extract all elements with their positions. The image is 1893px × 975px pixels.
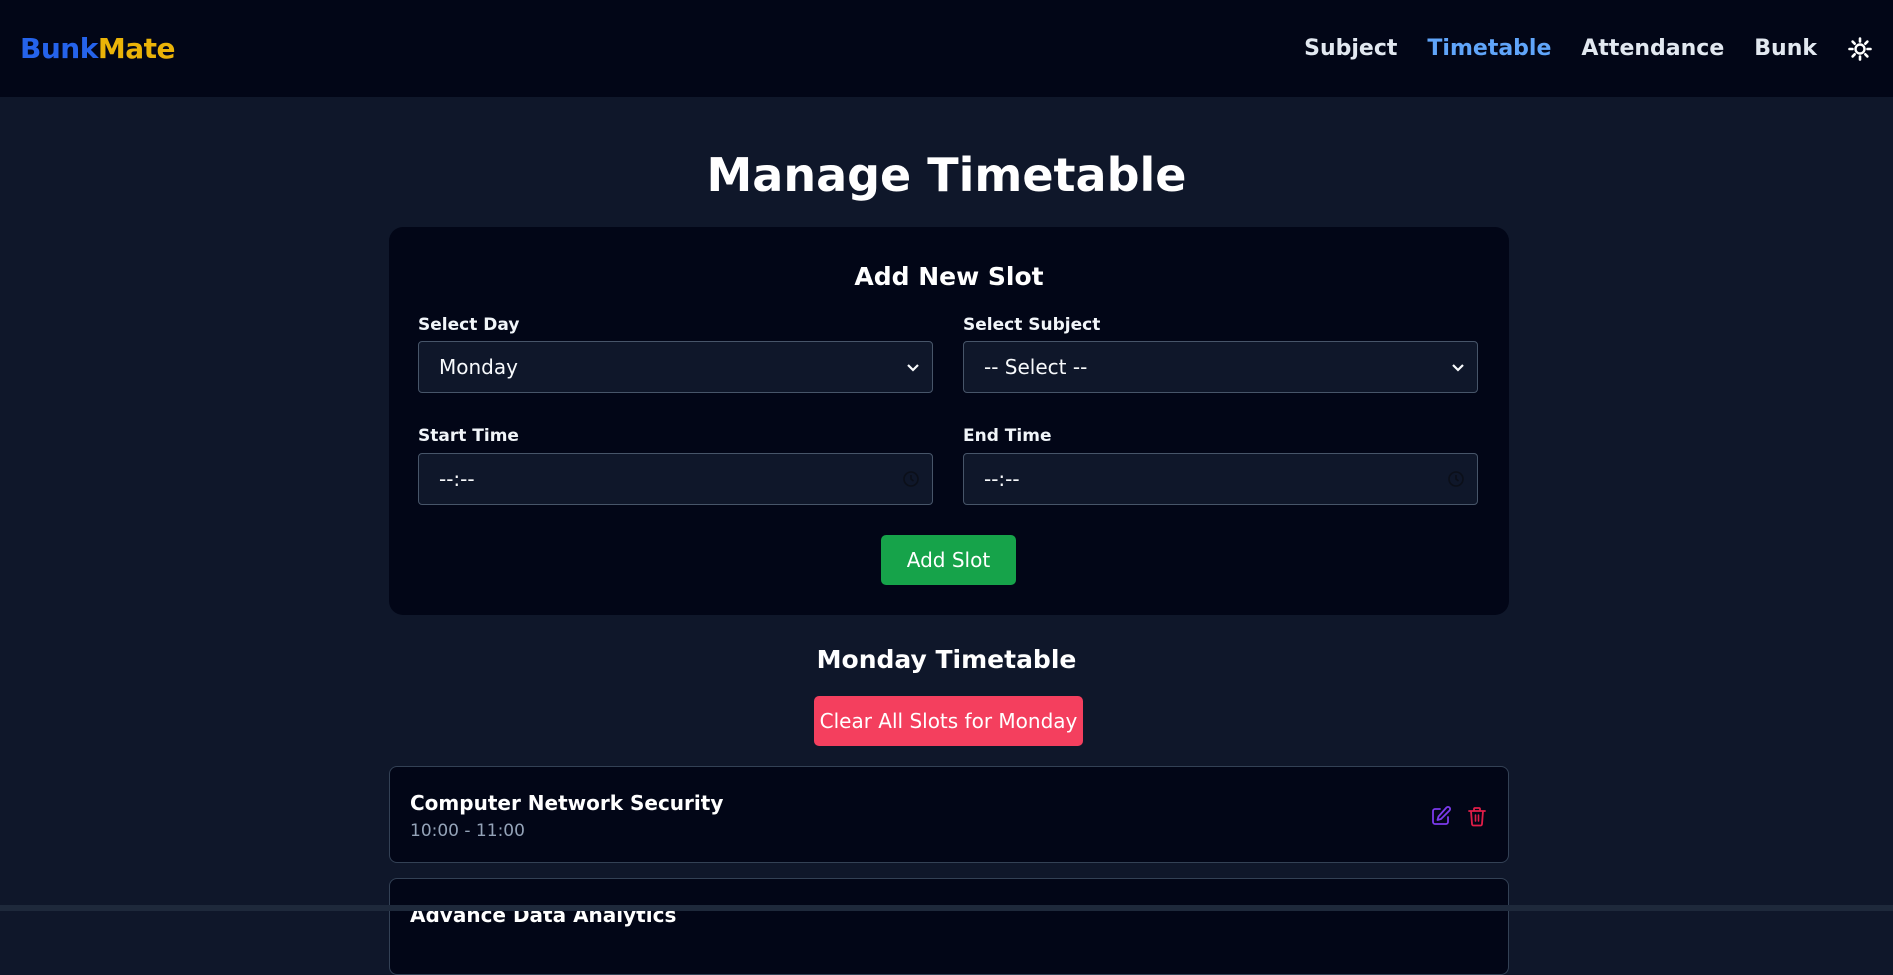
nav-subject[interactable]: Subject bbox=[1304, 36, 1397, 61]
select-day-label: Select Day bbox=[418, 315, 520, 335]
nav-links: Subject Timetable Attendance Bunk bbox=[1304, 36, 1873, 62]
trash-icon[interactable] bbox=[1466, 805, 1488, 827]
start-time-label: Start Time bbox=[418, 426, 519, 446]
select-subject-label: Select Subject bbox=[963, 315, 1101, 335]
edit-icon[interactable] bbox=[1430, 805, 1452, 827]
sun-icon[interactable] bbox=[1847, 36, 1873, 62]
nav-bunk[interactable]: Bunk bbox=[1754, 36, 1817, 61]
clock-icon[interactable] bbox=[902, 470, 920, 488]
nav-timetable[interactable]: Timetable bbox=[1427, 36, 1551, 61]
select-subject-dropdown[interactable]: -- Select -- bbox=[963, 341, 1478, 393]
start-time-input[interactable]: --:-- bbox=[418, 453, 933, 505]
select-subject-value: -- Select -- bbox=[984, 355, 1088, 379]
select-day-dropdown[interactable]: Monday bbox=[418, 341, 933, 393]
timetable-slot: Computer Network Security 10:00 - 11:00 bbox=[389, 766, 1509, 863]
brand-logo[interactable]: BunkMate bbox=[20, 32, 175, 65]
slot-subject: Computer Network Security bbox=[410, 791, 724, 815]
end-time-input[interactable]: --:-- bbox=[963, 453, 1478, 505]
timetable-title: Monday Timetable bbox=[816, 645, 1077, 674]
chevron-down-icon bbox=[1452, 364, 1464, 372]
clock-icon[interactable] bbox=[1447, 470, 1465, 488]
start-time-value: --:-- bbox=[439, 467, 475, 491]
navbar: BunkMate Subject Timetable Attendance Bu… bbox=[0, 0, 1893, 97]
add-slot-button[interactable]: Add Slot bbox=[881, 535, 1016, 585]
brand-part-bunk: Bunk bbox=[20, 32, 98, 65]
timetable-slot: Advance Data Analytics bbox=[389, 878, 1509, 975]
end-time-value: --:-- bbox=[984, 467, 1020, 491]
chevron-down-icon bbox=[907, 364, 919, 372]
page-title: Manage Timetable bbox=[706, 148, 1187, 202]
add-slot-title: Add New Slot bbox=[854, 262, 1044, 291]
brand-part-mate: Mate bbox=[97, 32, 176, 65]
end-time-label: End Time bbox=[963, 426, 1052, 446]
page-bottom-edge bbox=[0, 905, 1893, 911]
clear-all-slots-button[interactable]: Clear All Slots for Monday bbox=[814, 696, 1083, 746]
slot-actions bbox=[1430, 805, 1488, 827]
slot-time: 10:00 - 11:00 bbox=[410, 821, 525, 841]
select-day-value: Monday bbox=[439, 355, 518, 379]
nav-attendance[interactable]: Attendance bbox=[1581, 36, 1724, 61]
